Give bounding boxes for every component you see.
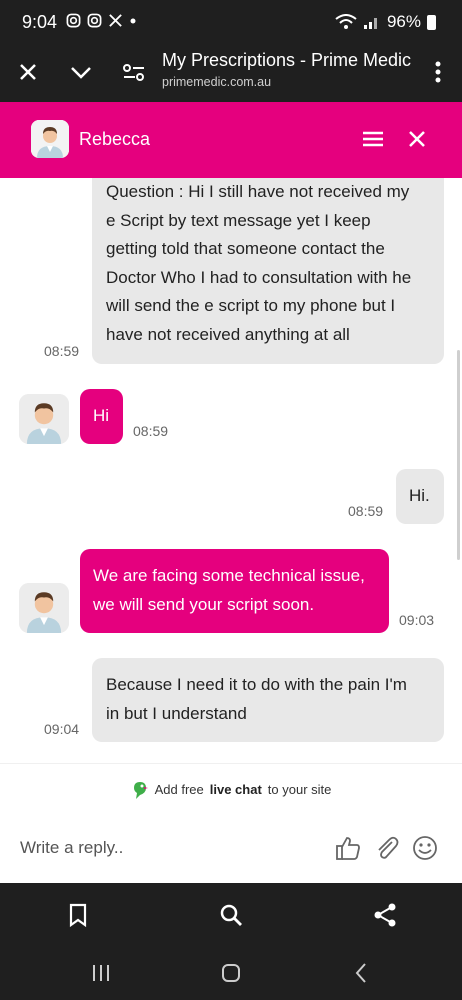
thumbs-up-icon: [336, 837, 360, 860]
scrollbar[interactable]: [457, 350, 460, 560]
user-message: Question : Hi I still have not received …: [92, 178, 444, 364]
page-title: My Prescriptions - Prime Medic: [162, 50, 412, 70]
reply-composer: [0, 815, 462, 883]
close-icon: [409, 131, 425, 147]
instagram-icon: [87, 13, 102, 28]
agent-name: Rebecca: [79, 129, 151, 149]
powered-by-link[interactable]: Add free live chat to your site: [0, 763, 462, 815]
search-button[interactable]: [217, 901, 245, 929]
close-tab-button[interactable]: [10, 54, 46, 90]
browser-toolbar: My Prescriptions - Prime Medic primemedi…: [0, 44, 462, 102]
home-button[interactable]: [219, 961, 243, 985]
instagram-icon: [66, 13, 81, 28]
message-line: Because I need it to do with the pain I'…: [106, 675, 407, 694]
agent-avatar: [19, 394, 69, 444]
signal-icon: [363, 18, 377, 29]
system-nav-bar: [0, 945, 462, 1000]
more-options-button[interactable]: [420, 54, 456, 90]
site-settings-icon: [123, 64, 144, 81]
menu-icon: [363, 131, 383, 147]
recents-icon: [93, 965, 109, 981]
battery-percent: 96%: [386, 12, 421, 31]
powered-suffix: to your site: [267, 782, 332, 797]
message-time: 09:04: [44, 721, 80, 737]
person-icon: [19, 583, 69, 633]
status-time: 9:04: [22, 12, 58, 32]
recents-button[interactable]: [89, 961, 113, 985]
share-icon: [374, 903, 396, 927]
user-message: Because I need it to do with the pain I'…: [92, 658, 444, 742]
emoji-icon: [413, 836, 437, 860]
powered-prefix: Add free: [154, 782, 204, 797]
agent-message: Hi: [80, 389, 123, 444]
message-line: Doctor Who I had to consultation with he: [106, 267, 412, 287]
message-time: 08:59: [44, 343, 80, 359]
emoji-button[interactable]: [411, 834, 439, 862]
person-icon: [31, 120, 69, 158]
back-button[interactable]: [350, 961, 374, 985]
browser-bottom-bar: [0, 883, 462, 945]
site-settings-button[interactable]: [116, 54, 152, 90]
agent-avatar: [19, 583, 69, 633]
user-message: Hi.: [396, 469, 444, 524]
reply-input[interactable]: [20, 833, 310, 863]
bookmark-icon: [69, 903, 87, 928]
bookmark-button[interactable]: [64, 901, 92, 929]
agent-message: We are facing some technical issue, we w…: [80, 549, 389, 633]
page-url[interactable]: primemedic.com.au: [162, 75, 271, 89]
minimize-button[interactable]: [63, 54, 99, 90]
x-icon: [109, 14, 122, 27]
message-line: e Script by text message yet I keep: [106, 210, 371, 230]
person-icon: [19, 394, 69, 444]
home-icon: [222, 964, 240, 982]
attach-button[interactable]: [373, 834, 401, 862]
like-button[interactable]: [334, 834, 362, 862]
chat-header: Rebecca: [0, 102, 462, 178]
message-line: will send the e script to my phone but I: [106, 296, 396, 315]
search-icon: [220, 904, 242, 926]
status-notifications: [66, 13, 137, 28]
paperclip-icon: [378, 836, 399, 859]
wifi-icon: [335, 14, 357, 29]
dot-icon: [130, 18, 136, 23]
chevron-down-icon: [71, 67, 91, 79]
message-line: Hi.: [409, 486, 430, 505]
parrot-logo-icon: [133, 781, 148, 799]
status-system: 96%: [335, 12, 436, 32]
chat-close-button[interactable]: [402, 124, 432, 154]
battery-icon: [427, 14, 436, 30]
message-time: 08:59: [348, 503, 384, 519]
message-line: Hi: [93, 406, 110, 425]
more-vert-icon: [435, 61, 441, 83]
close-icon: [20, 64, 36, 80]
share-button[interactable]: [371, 901, 399, 929]
status-bar: 9:04 96%: [0, 0, 462, 44]
message-line: have not received anything at all: [106, 324, 350, 344]
chat-menu-button[interactable]: [358, 124, 388, 154]
message-line: we will send your script soon.: [93, 594, 315, 614]
powered-bold: live chat: [209, 782, 262, 797]
back-icon: [355, 963, 366, 983]
chat-messages[interactable]: Question : Hi I still have not received …: [0, 178, 462, 763]
message-line: We are facing some technical issue,: [93, 566, 365, 585]
message-time: 09:03: [399, 612, 435, 628]
message-line: Question : Hi I still have not received …: [106, 182, 410, 201]
message-line: getting told that someone contact the: [106, 239, 385, 258]
agent-avatar: [31, 120, 69, 158]
message-time: 08:59: [133, 423, 169, 439]
message-line: in but I understand: [106, 703, 247, 723]
